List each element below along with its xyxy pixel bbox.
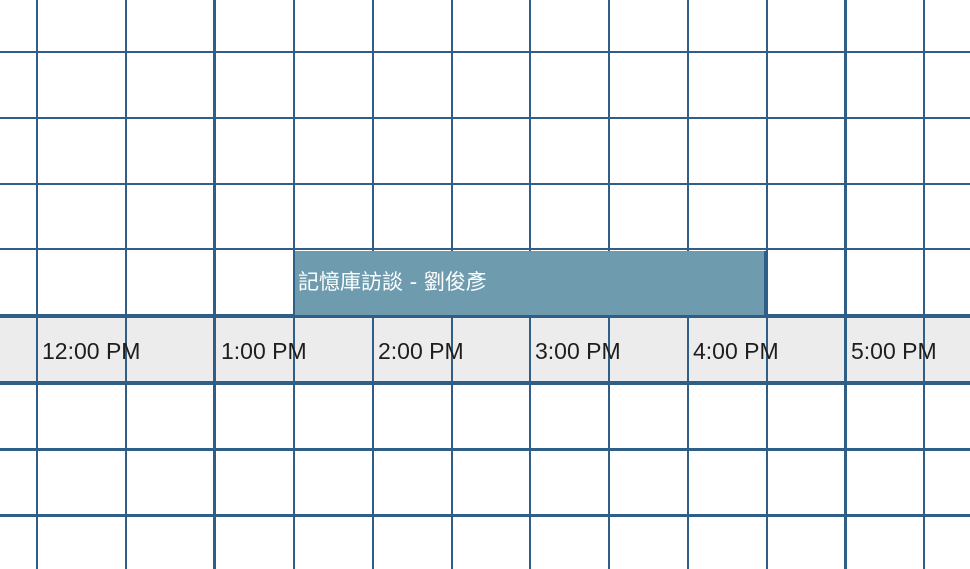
column-divider (923, 0, 925, 569)
row-divider (0, 448, 970, 451)
column-divider (125, 0, 127, 569)
time-header-row (0, 316, 970, 384)
column-divider (766, 0, 768, 569)
time-label-5pm: 5:00 PM (851, 338, 937, 364)
column-divider (36, 0, 38, 569)
time-label-4pm: 4:00 PM (693, 338, 779, 364)
row-divider (0, 117, 970, 119)
row-divider (0, 381, 970, 385)
time-label-12pm: 12:00 PM (42, 338, 141, 364)
day-divider (844, 0, 847, 569)
time-label-3pm: 3:00 PM (535, 338, 621, 364)
time-label-1pm: 1:00 PM (221, 338, 307, 364)
row-divider (0, 514, 970, 517)
calendar-timeline-grid: 12:00 PM 1:00 PM 2:00 PM 3:00 PM 4:00 PM… (0, 0, 970, 569)
row-divider (0, 183, 970, 185)
time-label-2pm: 2:00 PM (378, 338, 464, 364)
calendar-event[interactable]: 記憶庫訪談 - 劉俊彥 (295, 251, 766, 315)
row-divider (0, 51, 970, 53)
event-title: 記憶庫訪談 - 劉俊彥 (298, 270, 487, 294)
day-divider (213, 0, 216, 569)
row-divider (0, 248, 970, 250)
